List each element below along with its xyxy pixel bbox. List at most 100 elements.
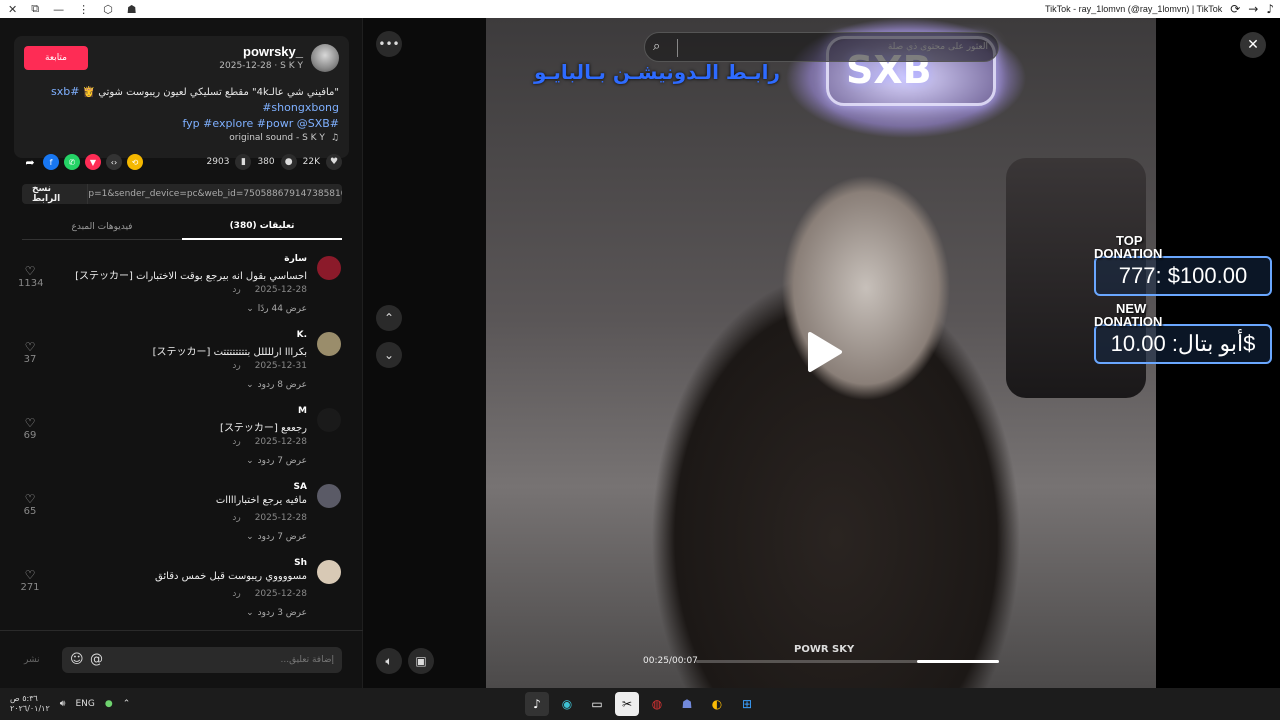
copy-link-button[interactable]: نسخ الرابط [22, 184, 89, 204]
tab-comments[interactable]: (380) تعليقات [182, 214, 342, 240]
comment-date: 2025-12-31 [254, 361, 307, 371]
clock[interactable]: ٥:٣٦ ص ٢٠٢٦/٠١/١٢ [10, 694, 50, 714]
close-window-icon[interactable]: ✕ [8, 3, 17, 16]
floating-player-icon[interactable]: ▣ [408, 648, 434, 674]
comment-item: SA مافيه يرجع اختباراااات رد 2025-12-28 ⌄… [0, 482, 363, 552]
view-replies-button[interactable]: ⌄ عرض 7 ردود [246, 532, 307, 542]
video-stage: SXB رابـط الـدونيشـن بـالبايـو POWR SKY … [486, 18, 1280, 688]
comment-author[interactable]: K. [297, 330, 307, 340]
bookmark-icon[interactable]: ▮ [235, 154, 252, 170]
more-options-icon[interactable]: ⋮ [78, 3, 89, 16]
tab-creator-videos[interactable]: فيديوهات المبدع [22, 214, 182, 240]
top-donation-value: 777: $100.00 [1094, 256, 1272, 296]
comment-text: مافيه يرجع اختباراااات [215, 495, 307, 506]
search-input[interactable] [698, 38, 988, 56]
video-progress-bar[interactable] [696, 660, 999, 663]
sound-link[interactable]: original sound - S K Y ♫ [229, 133, 339, 143]
comment-author[interactable]: SA [294, 482, 307, 492]
comment-avatar[interactable] [317, 408, 341, 432]
close-icon[interactable]: ✕ [1240, 32, 1266, 58]
comment-like[interactable]: ♡ 69 [18, 416, 42, 441]
obs-app-icon[interactable]: ◍ [645, 692, 669, 716]
discord-icon[interactable]: ☗ [127, 3, 137, 16]
system-tray: ٥:٣٦ ص ٢٠٢٦/٠١/١٢ 🔊︎ ENG ● ⌃ [10, 688, 130, 720]
tiktok-app-icon[interactable]: ♪ [525, 692, 549, 716]
extensions-icon[interactable]: ⬡ [103, 3, 113, 16]
emoji-icon[interactable]: ☺ [70, 652, 84, 667]
post-info-card: متابعة powrsky_ 2025-12-28 · S K Y "مافي… [14, 36, 349, 158]
new-donation-value: أبو بتال: 10.00$ [1094, 324, 1272, 364]
comment-reply-link[interactable]: رد [232, 361, 240, 371]
heart-icon[interactable]: ♥ [326, 154, 342, 170]
comment-avatar[interactable] [317, 560, 341, 584]
donation-link-overlay-text: رابـط الـدونيشـن بـالبايـو [534, 60, 781, 84]
search-icon[interactable]: ⌕ [653, 39, 660, 54]
comment-author[interactable]: Sh [294, 558, 307, 568]
chevron-down-icon: ⌄ [246, 456, 254, 466]
repost-icon[interactable]: ⟲ [127, 154, 143, 170]
windows-start-icon[interactable]: ⊞ [735, 692, 759, 716]
embed-icon[interactable]: ‹› [106, 154, 122, 170]
microphone-icon[interactable]: ● [105, 699, 113, 709]
forward-icon[interactable]: → [1248, 2, 1258, 16]
chevron-up-icon[interactable]: ⌃ [123, 699, 131, 709]
tiktok-logo-icon: ♪ [1266, 2, 1274, 16]
follow-button[interactable]: متابعة [24, 46, 88, 70]
chrome-app-icon[interactable]: ◐ [705, 692, 729, 716]
comment-text: رجععع [ステッカー] [220, 423, 307, 434]
likes-count: 22K [302, 157, 320, 167]
send-icon[interactable]: ▼ [85, 154, 101, 170]
whatsapp-icon[interactable]: ✆ [64, 154, 80, 170]
next-video-icon[interactable]: ⌄ [376, 342, 402, 368]
creator-avatar[interactable] [311, 44, 339, 72]
minimize-window-icon[interactable]: — [53, 3, 64, 16]
facebook-icon[interactable]: f [43, 154, 59, 170]
new-donation-widget: NEW DONATION أبو بتال: 10.00$ [1094, 302, 1274, 364]
edge-app-icon[interactable]: ◉ [555, 692, 579, 716]
comment-reply-link[interactable]: رد [232, 513, 240, 523]
video-player[interactable]: SXB رابـط الـدونيشـن بـالبايـو POWR SKY … [486, 18, 1156, 688]
comment-like[interactable]: ♡ 65 [18, 492, 42, 517]
comment-avatar[interactable] [317, 256, 341, 280]
video-link-text[interactable]: p=1&sender_device=pc&web_id=750588679147… [88, 189, 342, 199]
comment-icon[interactable]: ● [280, 154, 297, 170]
language-indicator[interactable]: ENG [75, 699, 94, 709]
comments-count: 380 [257, 157, 275, 167]
comment-author[interactable]: M [298, 406, 307, 416]
comment-reply-link[interactable]: رد [232, 285, 240, 295]
refresh-icon[interactable]: ⟳ [1230, 2, 1240, 16]
comment-avatar[interactable] [317, 484, 341, 508]
discord-app-icon[interactable]: ☗ [675, 692, 699, 716]
restore-window-icon[interactable]: ⧉ [31, 2, 39, 16]
comment-like[interactable]: ♡ 37 [18, 340, 42, 365]
volume-icon[interactable]: 🔈︎ [376, 648, 402, 674]
view-replies-button[interactable]: ⌄ عرض 8 ردود [246, 380, 307, 390]
more-options-icon[interactable]: ••• [376, 31, 402, 57]
speaker-icon[interactable]: 🔊︎ [60, 699, 66, 709]
caption-hashtags-2[interactable]: #fyp #explore #powr @SXB [182, 117, 339, 130]
play-icon[interactable] [804, 330, 844, 374]
view-replies-button[interactable]: ⌄ عرض 7 ردود [246, 456, 307, 466]
view-replies-button[interactable]: ⌄ عرض 44 ردًا [246, 304, 307, 314]
share-arrow-icon[interactable]: ➦ [22, 154, 38, 170]
previous-video-icon[interactable]: ⌃ [376, 305, 402, 331]
terminal-app-icon[interactable]: ▭ [585, 692, 609, 716]
creator-username[interactable]: powrsky_ [243, 44, 303, 59]
comment-author[interactable]: سارة [284, 254, 307, 264]
nav-strip: ••• ⌃ ⌄ 🔈︎ ▣ [363, 18, 486, 688]
comment-like[interactable]: ♡ 271 [18, 568, 42, 593]
heart-outline-icon: ♡ [24, 568, 36, 582]
comment-reply-link[interactable]: رد [232, 437, 240, 447]
comment-like-count: 65 [23, 506, 37, 517]
comment-like[interactable]: ♡ 1134 [18, 264, 43, 289]
post-comment-button[interactable]: نشر [24, 655, 40, 665]
mention-icon[interactable]: @ [90, 652, 103, 667]
comment-like-count: 69 [23, 430, 37, 441]
comment-input[interactable] [134, 651, 334, 669]
comment-like-count: 37 [23, 354, 37, 365]
view-replies-button[interactable]: ⌄ عرض 3 ردود [246, 608, 307, 618]
comment-reply-link[interactable]: رد [232, 589, 240, 599]
heart-outline-icon: ♡ [24, 492, 36, 506]
comment-avatar[interactable] [317, 332, 341, 356]
capcut-app-icon[interactable]: ✂ [615, 692, 639, 716]
